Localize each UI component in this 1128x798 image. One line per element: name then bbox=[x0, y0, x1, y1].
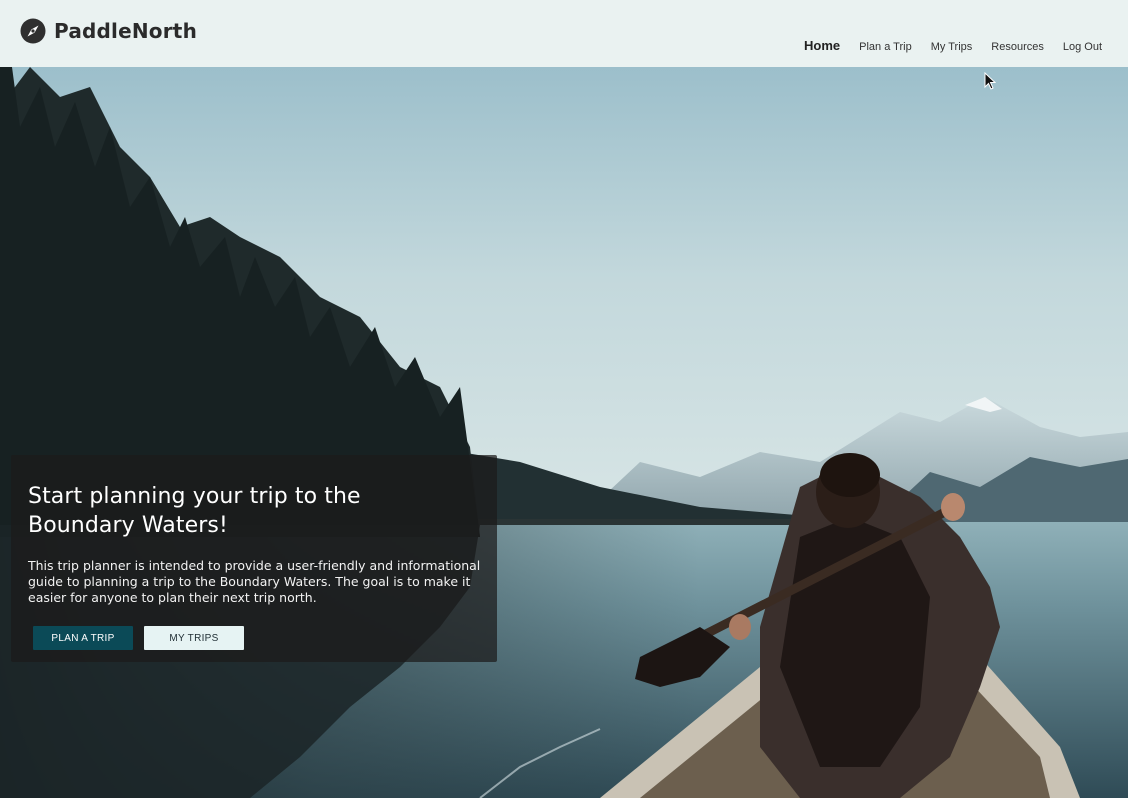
main-nav: Home Plan a Trip My Trips Resources Log … bbox=[804, 38, 1102, 53]
brand-name: PaddleNorth bbox=[54, 19, 198, 43]
hero-lake-photo bbox=[0, 67, 1128, 798]
hero-section: Start planning your trip to the Boundary… bbox=[0, 67, 1128, 798]
nav-plan-a-trip[interactable]: Plan a Trip bbox=[859, 41, 912, 53]
top-header: PaddleNorth Home Plan a Trip My Trips Re… bbox=[0, 0, 1128, 67]
nav-home[interactable]: Home bbox=[804, 38, 840, 53]
my-trips-button[interactable]: MY TRIPS bbox=[144, 626, 244, 650]
mouse-cursor-icon bbox=[984, 72, 996, 90]
hero-title: Start planning your trip to the Boundary… bbox=[28, 484, 361, 538]
nav-my-trips[interactable]: My Trips bbox=[931, 41, 973, 53]
hero-intro-card: Start planning your trip to the Boundary… bbox=[11, 455, 497, 662]
nav-log-out[interactable]: Log Out bbox=[1063, 41, 1102, 53]
nav-resources[interactable]: Resources bbox=[991, 41, 1044, 53]
hero-description: This trip planner is intended to provide… bbox=[28, 558, 481, 605]
plan-a-trip-button[interactable]: PLAN A TRIP bbox=[33, 626, 133, 650]
compass-icon bbox=[20, 18, 46, 44]
brand-logo[interactable]: PaddleNorth bbox=[20, 18, 197, 44]
